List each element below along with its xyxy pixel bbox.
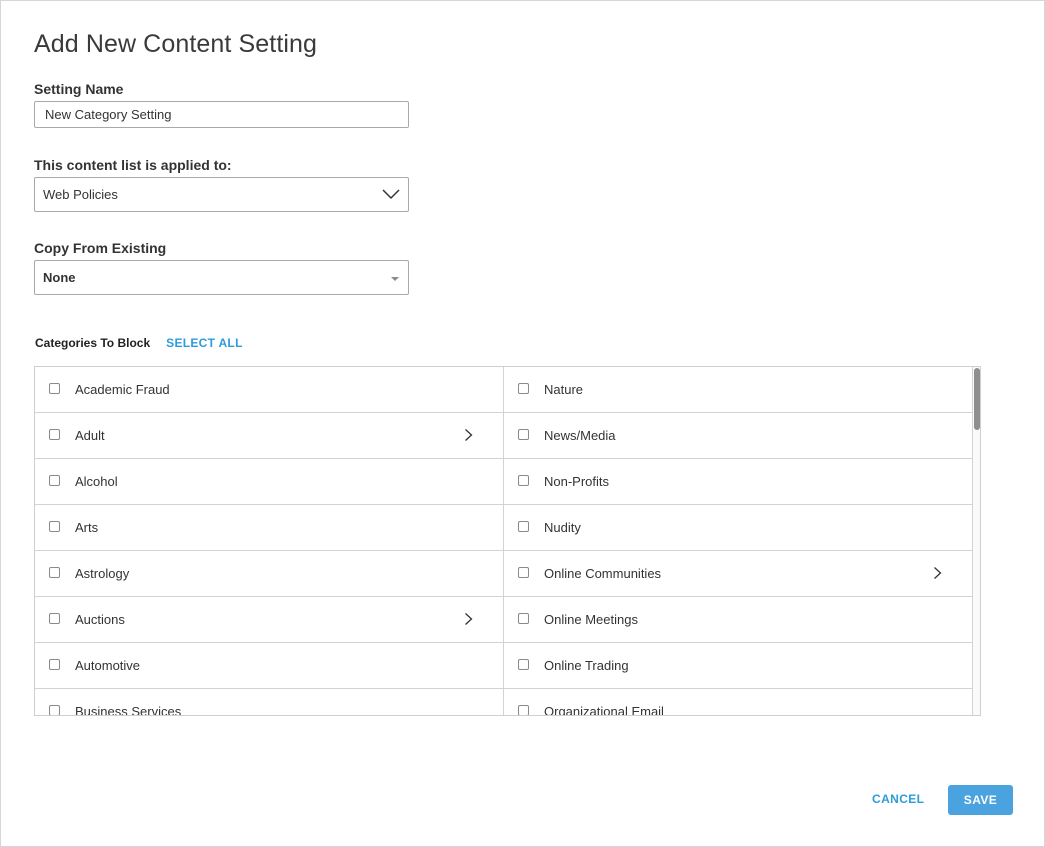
category-label: Alcohol (75, 474, 118, 489)
category-checkbox[interactable] (49, 613, 60, 624)
category-row[interactable]: News/Media (504, 413, 973, 459)
category-row[interactable]: Nature (504, 367, 973, 413)
category-checkbox[interactable] (518, 567, 529, 578)
category-checkbox[interactable] (518, 659, 529, 670)
copy-from-select[interactable]: None (34, 260, 409, 295)
select-all-link[interactable]: SELECT ALL (166, 336, 243, 350)
copy-from-value: None (43, 270, 76, 285)
applied-to-value: Web Policies (43, 187, 118, 202)
category-label: Organizational Email (544, 704, 664, 716)
category-checkbox[interactable] (49, 521, 60, 532)
category-checkbox[interactable] (518, 705, 529, 715)
category-checkbox[interactable] (49, 475, 60, 486)
category-row[interactable]: Astrology (35, 551, 504, 597)
category-row[interactable]: Non-Profits (504, 459, 973, 505)
setting-name-label: Setting Name (34, 81, 124, 97)
category-row[interactable]: Arts (35, 505, 504, 551)
category-label: Academic Fraud (75, 382, 170, 397)
chevron-right-icon[interactable] (933, 566, 942, 580)
categories-label: Categories To Block (35, 336, 151, 350)
category-label: Arts (75, 520, 99, 535)
category-checkbox[interactable] (49, 383, 60, 394)
categories-column-left: Academic Fraud Adult Alcohol Arts Astrology A… (35, 367, 504, 716)
category-checkbox[interactable] (49, 659, 60, 670)
category-label: Business Services (75, 704, 182, 716)
add-content-setting-dialog: Add New Content Setting Setting Name Thi… (0, 0, 1045, 847)
copy-from-label: Copy From Existing (34, 240, 167, 256)
category-label: Auctions (75, 612, 125, 627)
categories-column-right: Nature News/Media Non-Profits Nudity Online … (504, 367, 973, 716)
category-row[interactable]: Automotive (35, 643, 504, 689)
category-label: Nudity (544, 520, 581, 535)
scrollbar[interactable] (973, 367, 980, 715)
category-row[interactable]: Online Meetings (504, 597, 973, 643)
applied-to-label: This content list is applied to: (34, 157, 232, 173)
dialog-title: Add New Content Setting (34, 30, 318, 58)
setting-name-input[interactable] (34, 101, 409, 128)
category-label: Online Trading (544, 658, 629, 673)
categories-header: Categories To Block SELECT ALL (35, 336, 243, 350)
category-checkbox[interactable] (49, 567, 60, 578)
category-label: Non-Profits (544, 474, 610, 489)
cancel-button[interactable]: CANCEL (872, 792, 924, 806)
category-row[interactable]: Nudity (504, 505, 973, 551)
caret-down-icon (391, 277, 399, 281)
category-row[interactable]: Academic Fraud (35, 367, 504, 413)
categories-list[interactable]: Academic Fraud Adult Alcohol Arts Astrology A… (34, 366, 981, 716)
category-checkbox[interactable] (49, 429, 60, 440)
chevron-right-icon[interactable] (464, 428, 473, 442)
chevron-right-icon[interactable] (464, 612, 473, 626)
category-row[interactable]: Alcohol (35, 459, 504, 505)
category-label: Adult (75, 428, 105, 443)
category-row[interactable]: Auctions (35, 597, 504, 643)
category-label: Automotive (75, 658, 141, 673)
scrollbar-thumb[interactable] (974, 368, 980, 430)
applied-to-select[interactable]: Web Policies (34, 177, 409, 212)
category-checkbox[interactable] (518, 521, 529, 532)
category-label: Nature (544, 382, 584, 397)
category-row[interactable]: Organizational Email (504, 689, 973, 716)
category-label: Astrology (75, 566, 130, 581)
category-checkbox[interactable] (518, 613, 529, 624)
category-row[interactable]: Online Trading (504, 643, 973, 689)
category-checkbox[interactable] (49, 705, 60, 715)
chevron-down-icon (382, 189, 400, 200)
category-checkbox[interactable] (518, 429, 529, 440)
category-checkbox[interactable] (518, 475, 529, 486)
category-label: Online Meetings (544, 612, 638, 627)
category-row[interactable]: Online Communities (504, 551, 973, 597)
category-checkbox[interactable] (518, 383, 529, 394)
category-label: Online Communities (544, 566, 662, 581)
category-row[interactable]: Adult (35, 413, 504, 459)
category-row[interactable]: Business Services (35, 689, 504, 716)
category-label: News/Media (544, 428, 616, 443)
save-button[interactable]: SAVE (948, 785, 1013, 815)
